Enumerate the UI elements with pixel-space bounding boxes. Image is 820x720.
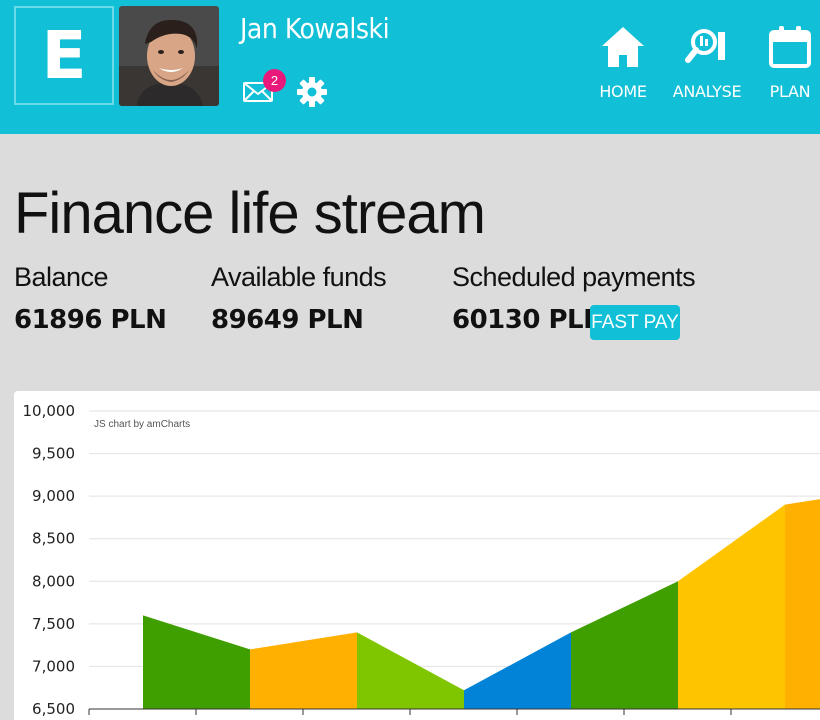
- y-tick-label: 10,000: [23, 402, 76, 420]
- gear-icon[interactable]: [296, 76, 328, 108]
- finance-chart: JS chart by amCharts 10,000 9,500 9,000 8,5…: [14, 391, 820, 720]
- y-tick-label: 8,500: [32, 530, 75, 548]
- page-title: Finance life stream: [14, 181, 486, 246]
- scheduled-payments-value: 60130 PLN: [452, 305, 605, 335]
- area-segment[interactable]: [250, 632, 357, 709]
- nav-home-label: HOME: [599, 82, 647, 101]
- mail-count-badge: 2: [263, 69, 286, 92]
- area-segment[interactable]: [464, 632, 571, 709]
- home-icon: [602, 27, 644, 67]
- y-tick-label: 7,000: [32, 657, 75, 675]
- nav-analyse-label: ANALYSE: [672, 82, 742, 101]
- balance-label: Balance: [14, 262, 109, 292]
- area-segment[interactable]: [571, 581, 678, 709]
- username[interactable]: Jan Kowalski: [240, 12, 390, 45]
- calendar-icon: [769, 26, 811, 68]
- y-tick-label: 8,000: [32, 572, 75, 590]
- area-segment[interactable]: [785, 488, 820, 709]
- y-tick-label: 6,500: [32, 700, 75, 718]
- balance-value: 61896 PLN: [14, 305, 167, 335]
- app-logo[interactable]: E: [14, 6, 114, 105]
- analyse-icon: [685, 29, 725, 63]
- available-funds-value: 89649 PLN: [211, 305, 364, 335]
- area-segment[interactable]: [357, 632, 464, 709]
- area-segment[interactable]: [143, 615, 250, 709]
- scheduled-payments-label: Scheduled payments: [452, 262, 696, 292]
- area-segment[interactable]: [678, 504, 785, 709]
- chart-credit: JS chart by amCharts: [94, 419, 190, 430]
- top-bar: E Jan Kowalski 2 HOME ANALYSE PLAN: [0, 0, 820, 134]
- logo-letter: E: [41, 16, 87, 94]
- nav-plan-label: PLAN: [769, 82, 811, 101]
- fast-pay-button[interactable]: FAST PAY: [590, 305, 680, 340]
- available-funds-label: Available funds: [211, 262, 387, 292]
- y-tick-label: 9,000: [32, 487, 75, 505]
- y-tick-label: 7,500: [32, 615, 75, 633]
- y-tick-label: 9,500: [32, 445, 75, 463]
- nav-plan[interactable]: PLAN: [765, 24, 815, 114]
- chart-svg: JS chart by amCharts 10,000 9,500 9,000 8,5…: [23, 402, 820, 718]
- nav-home[interactable]: HOME: [597, 24, 649, 114]
- nav-analyse[interactable]: ANALYSE: [673, 24, 742, 114]
- avatar-image: [119, 6, 219, 106]
- avatar[interactable]: [119, 6, 219, 106]
